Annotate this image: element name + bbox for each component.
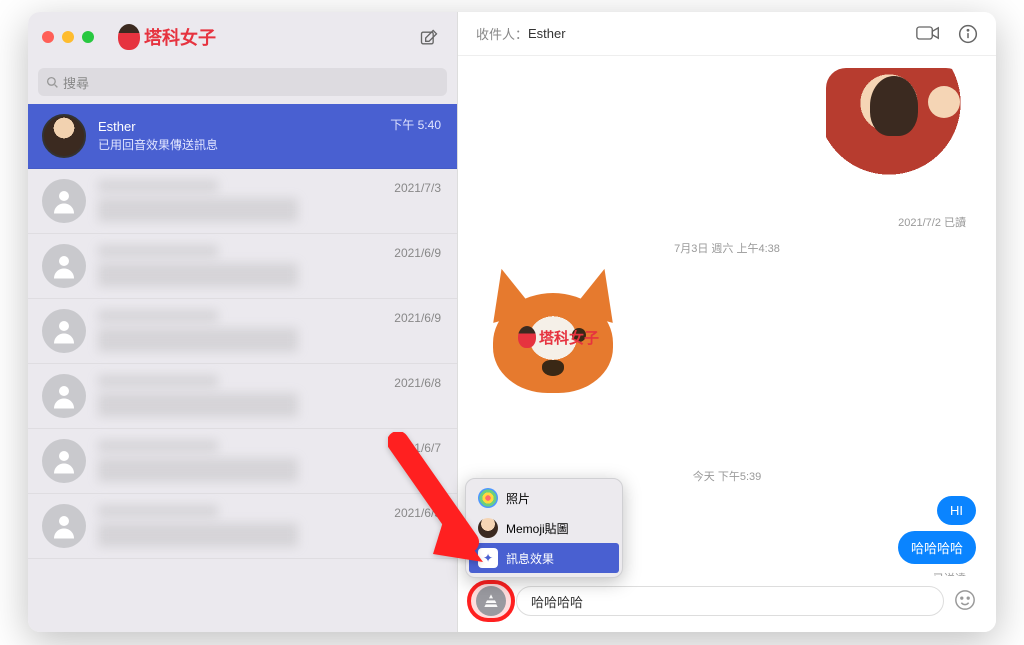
memoji-wave-sticker	[826, 68, 966, 208]
app-button-highlight	[476, 586, 506, 616]
conversation-item[interactable]: 2021/7/3	[28, 169, 457, 234]
close-button[interactable]	[42, 31, 54, 43]
conversation-item[interactable]: 2021/6/9	[28, 299, 457, 364]
compose-bar: 照片 Memoji貼圖 訊息效果	[458, 576, 996, 632]
message-bubble: 哈哈哈哈	[898, 531, 976, 564]
messages-window: 塔科女子 搜尋 Esther 已用回音效果傳送訊息 下午 5:40 2	[28, 12, 996, 632]
minimize-button[interactable]	[62, 31, 74, 43]
conversation-preview: 已用回音效果傳送訊息	[98, 136, 443, 153]
recipient-label: 收件人：	[476, 24, 528, 43]
read-receipt: 2021/7/2 已讀	[478, 214, 966, 230]
watermark-text: 塔科女子	[144, 24, 216, 50]
conversation-time: 2021/6/8	[394, 376, 441, 390]
timestamp: 7月3日 週六 上午4:38	[478, 240, 976, 256]
avatar	[42, 504, 86, 548]
search-placeholder: 搜尋	[63, 73, 89, 92]
compose-icon	[419, 28, 439, 48]
conversation-time: 2021/6/9	[394, 246, 441, 260]
search-icon	[46, 76, 59, 89]
avatar	[42, 374, 86, 418]
message-sticker-sent	[478, 68, 976, 208]
maximize-button[interactable]	[82, 31, 94, 43]
message-bubble: HI	[937, 496, 976, 525]
popup-label: 照片	[506, 490, 530, 507]
person-icon	[49, 186, 79, 216]
avatar	[42, 179, 86, 223]
conversation-time: 下午 5:40	[390, 116, 441, 133]
avatar	[42, 244, 86, 288]
arrow-icon	[388, 432, 508, 582]
smiley-icon	[954, 589, 976, 611]
watermark-logo: 塔科女子	[118, 24, 216, 50]
conversation-item-selected[interactable]: Esther 已用回音效果傳送訊息 下午 5:40	[28, 104, 457, 169]
person-icon	[49, 511, 79, 541]
info-icon[interactable]	[958, 24, 978, 44]
conversation-panel: 收件人： Esther 2021/7/2 已讀 7月3日 週六 上午4:38	[458, 12, 996, 632]
watermark-icon	[118, 24, 140, 50]
search-input[interactable]: 搜尋	[38, 68, 447, 96]
conversation-header: 收件人： Esther	[458, 12, 996, 56]
facetime-icon[interactable]	[916, 24, 940, 42]
recipient-name: Esther	[528, 26, 566, 41]
watermark-icon	[518, 326, 536, 348]
watermark-overlay: 塔科女子	[518, 326, 599, 348]
titlebar: 塔科女子	[28, 12, 457, 62]
avatar	[42, 439, 86, 483]
conversation-item[interactable]: 2021/6/8	[28, 364, 457, 429]
conversation-item[interactable]: 2021/6/9	[28, 234, 457, 299]
compose-button[interactable]	[419, 28, 439, 53]
emoji-button[interactable]	[954, 589, 978, 613]
annotation-arrow	[388, 432, 508, 587]
avatar	[42, 114, 86, 158]
message-input[interactable]	[516, 586, 944, 616]
person-icon	[49, 446, 79, 476]
window-controls	[42, 31, 94, 43]
conversation-time: 2021/6/9	[394, 311, 441, 325]
appstore-icon	[483, 593, 499, 609]
person-icon	[49, 251, 79, 281]
popup-label: 訊息效果	[506, 550, 554, 567]
person-icon	[49, 381, 79, 411]
popup-label: Memoji貼圖	[506, 520, 569, 537]
avatar	[42, 309, 86, 353]
apps-button[interactable]	[476, 586, 506, 616]
person-icon	[49, 316, 79, 346]
conversation-time: 2021/7/3	[394, 181, 441, 195]
